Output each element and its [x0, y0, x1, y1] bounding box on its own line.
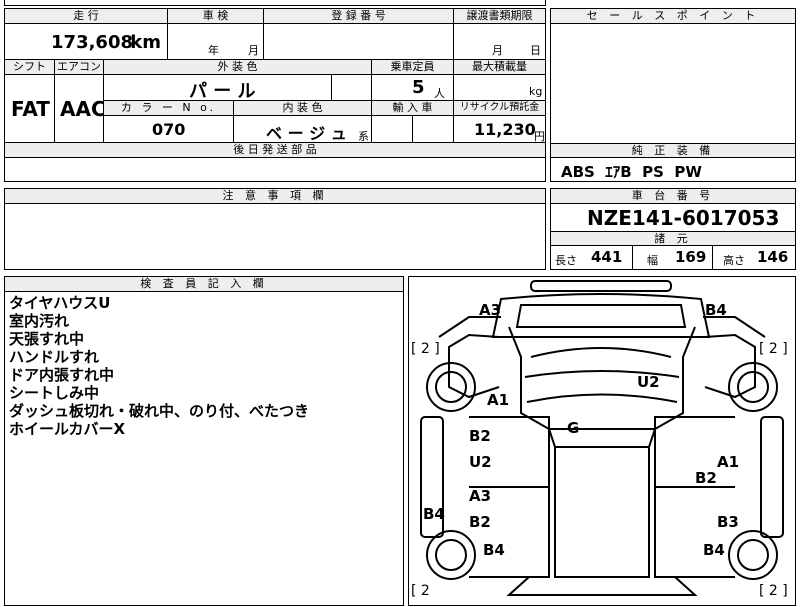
damage-mark: A1 — [717, 453, 740, 471]
damage-mark: U2 — [469, 453, 492, 471]
color-no-value: 070 — [152, 120, 186, 139]
transfer-month: 月 — [492, 44, 503, 57]
damage-mark: B4 — [423, 505, 445, 523]
width-label: 幅 — [647, 254, 658, 267]
exterior-label: 外 装 色 — [104, 60, 372, 75]
note-line: タイヤハウスU — [9, 294, 111, 312]
damage-mark: U2 — [637, 373, 660, 391]
capacity-label: 乗車定員 — [372, 60, 454, 75]
load-cell: kg — [454, 75, 545, 101]
spec-width-cell: 幅 169 — [633, 246, 713, 269]
interior-value: ベ ー ジ ュ — [266, 124, 347, 143]
sales-point-box: セ ー ル ス ポ イ ン ト 純 正 装 備 ABS ｴｱB PS PW — [550, 8, 796, 182]
height-value: 146 — [757, 248, 789, 266]
damage-mark: B2 — [695, 469, 717, 487]
inspection-cell: 年 月 — [168, 24, 264, 60]
recycle-value: 11,230 — [474, 120, 536, 139]
exterior-cell: パ ー ル — [104, 75, 332, 102]
note-line: ドア内張すれ中 — [9, 366, 115, 384]
exterior-extra-cell — [332, 75, 372, 101]
aircon-cell: AAC — [55, 75, 106, 143]
note-line: ハンドルすれ — [9, 348, 100, 366]
top-strip — [4, 0, 546, 6]
transfer-cell: 月 日 — [454, 24, 545, 60]
spec-height-cell: 高さ 146 — [713, 246, 795, 269]
color-no-label: カ ラ ー N o. — [104, 101, 234, 116]
load-unit: kg — [529, 85, 543, 98]
mileage-label: 走 行 — [5, 9, 168, 24]
import-cell-a — [372, 116, 413, 143]
damage-mark: B2 — [469, 513, 491, 531]
aircon-label: エアコン — [55, 60, 104, 75]
capacity-value: 5 — [412, 77, 425, 98]
specs-header: 諸 元 — [551, 231, 795, 246]
tire-count-tl: [ 2 ] — [411, 341, 440, 357]
recycle-unit: 円 — [534, 130, 545, 143]
chassis-value: NZE141-6017053 — [587, 206, 780, 230]
car-diagram — [420, 280, 784, 596]
damage-mark: A1 — [487, 391, 510, 409]
sales-point-label: セ ー ル ス ポ イ ン ト — [551, 9, 795, 24]
shift-label: シフト — [5, 60, 55, 75]
mileage-unit: km — [130, 32, 161, 53]
equipment-value: ABS ｴｱB PS PW — [561, 163, 702, 181]
chassis-box: 車 台 番 号 NZE141-6017053 諸 元 長さ 441 幅 169 … — [550, 188, 796, 270]
mileage-cell: 173,608 km — [5, 24, 168, 60]
import-cell-b — [413, 116, 454, 143]
width-value: 169 — [675, 248, 707, 266]
damage-mark: A3 — [469, 487, 492, 505]
tire-count-br: [ 2 ] — [759, 583, 788, 599]
max-load-label: 最大積載量 — [454, 60, 545, 75]
damage-mark: B4 — [705, 301, 727, 319]
interior-label: 内 装 色 — [234, 101, 372, 116]
inspector-notes: タイヤハウスU 室内汚れ 天張すれ中 ハンドルすれ ドア内張すれ中 シートしみ中… — [5, 292, 403, 440]
inspector-box: 検 査 員 記 入 欄 タイヤハウスU 室内汚れ 天張すれ中 ハンドルすれ ドア… — [4, 276, 404, 606]
height-label: 高さ — [723, 254, 745, 267]
note-line: 天張すれ中 — [9, 330, 85, 348]
shift-cell: FAT — [5, 75, 55, 143]
recycle-cell: 11,230 円 — [454, 116, 545, 143]
capacity-cell: 5 人 — [372, 75, 454, 101]
car-diagram-box: [ 2 ] [ 2 ] [ 2 [ 2 ] A3 B4 U2 A1 G B2 U… — [408, 276, 796, 606]
damage-mark: A3 — [479, 301, 502, 319]
inspection-label: 車 検 — [168, 9, 264, 24]
shift-value: FAT — [11, 97, 50, 121]
inspector-label: 検 査 員 記 入 欄 — [5, 277, 403, 292]
interior-unit: 系 — [358, 130, 369, 143]
caution-label: 注 意 事 項 欄 — [5, 189, 545, 204]
spec-length-cell: 長さ 441 — [551, 246, 633, 269]
equipment-header: 純 正 装 備 — [551, 143, 795, 158]
aircon-value: AAC — [60, 97, 106, 121]
damage-mark: B2 — [469, 427, 491, 445]
main-form: 走 行 車 検 登 録 番 号 譲渡書類期限 173,608 km 年 月 月 … — [4, 8, 546, 182]
month-unit: 月 — [248, 44, 259, 57]
mileage-value: 173,608 — [51, 32, 133, 53]
recycle-label: リサイクル預託金 — [454, 101, 545, 116]
later-parts-label: 後 日 発 送 部 品 — [5, 143, 545, 158]
damage-mark: B4 — [703, 541, 725, 559]
note-line: シートしみ中 — [9, 384, 100, 402]
import-label: 輸 入 車 — [372, 101, 454, 116]
damage-mark: B4 — [483, 541, 505, 559]
tire-count-bl: [ 2 — [411, 583, 430, 599]
length-label: 長さ — [555, 254, 577, 267]
note-line: ダッシュ板切れ・破れ中、のり付、べたつき — [9, 402, 310, 420]
length-value: 441 — [591, 248, 623, 266]
color-no-cell: 070 — [104, 116, 234, 143]
damage-mark: B3 — [717, 513, 739, 531]
registration-cell — [264, 24, 454, 60]
capacity-unit: 人 — [434, 87, 445, 100]
exterior-value: パ ー ル — [189, 81, 256, 102]
damage-mark: G — [567, 419, 580, 437]
interior-cell: ベ ー ジ ュ 系 — [234, 116, 372, 143]
note-line: 室内汚れ — [9, 312, 70, 330]
transfer-label: 譲渡書類期限 — [454, 9, 545, 24]
caution-box: 注 意 事 項 欄 — [4, 188, 546, 270]
year-unit: 年 — [208, 44, 219, 57]
chassis-label: 車 台 番 号 — [551, 189, 795, 204]
tire-count-tr: [ 2 ] — [759, 341, 788, 357]
transfer-day: 日 — [530, 44, 541, 57]
registration-label: 登 録 番 号 — [264, 9, 454, 24]
note-line: ホイールカバーX — [9, 420, 126, 438]
